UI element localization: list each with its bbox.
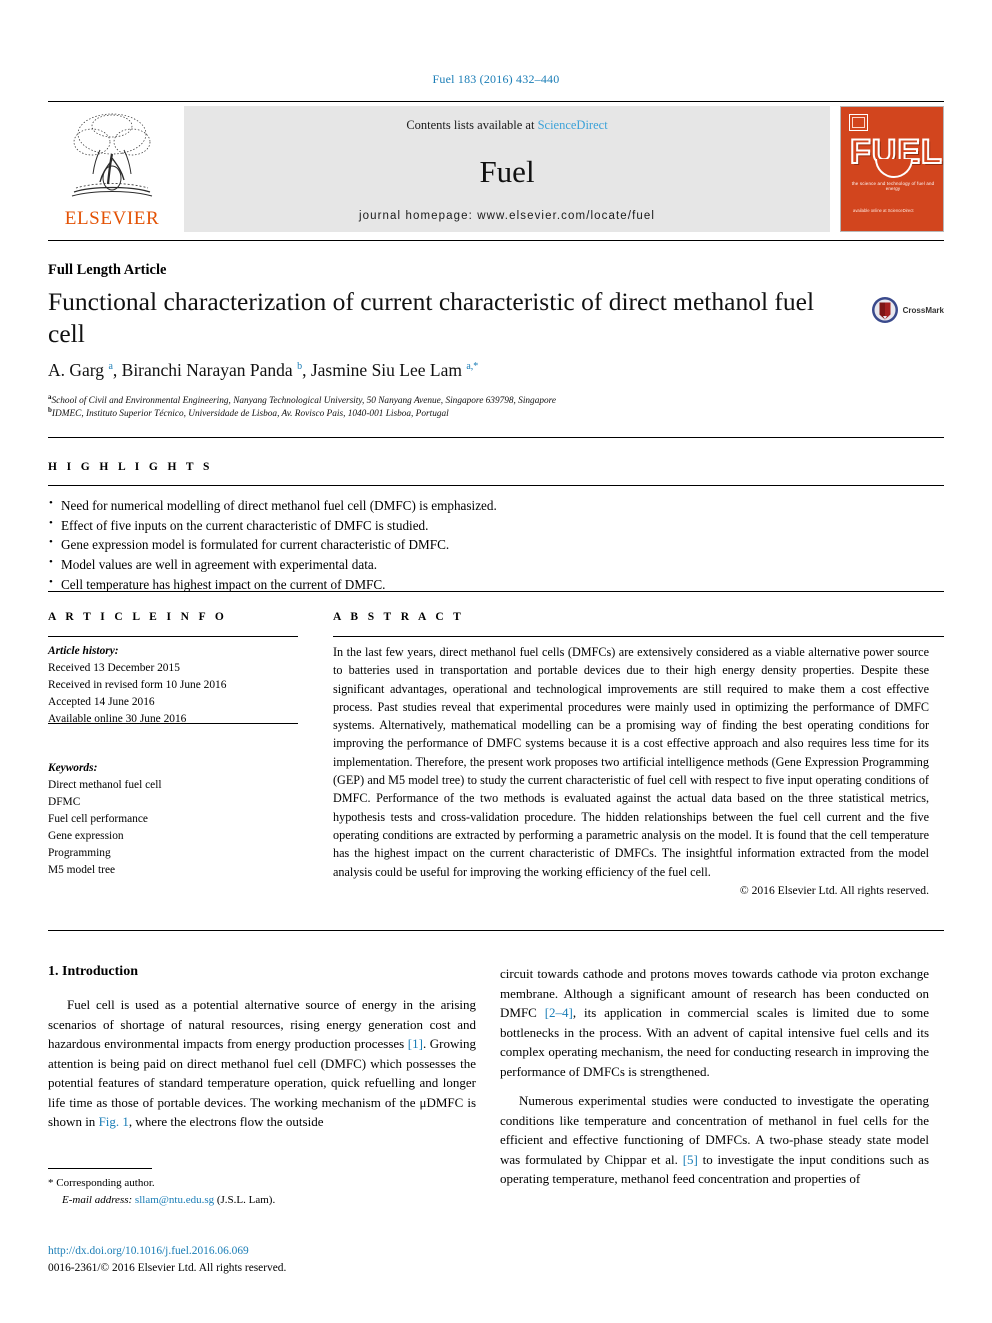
paragraph-text: , where the electrons flow the outside [128,1114,324,1129]
abstract-rule [333,636,944,637]
crossmark-label: CrossMark [902,305,944,315]
citation-link[interactable]: [5] [683,1152,698,1167]
issn-copyright-line: 0016-2361/© 2016 Elsevier Ltd. All right… [48,1261,287,1274]
list-item: Need for numerical modelling of direct m… [48,495,748,516]
history-item: Accepted 14 June 2016 [48,696,155,709]
article-info-rule [48,636,298,637]
contents-available-line: Contents lists available at ScienceDirec… [406,118,607,133]
highlights-list: Need for numerical modelling of direct m… [48,495,748,594]
abstract-text: In the last few years, direct methanol f… [333,645,929,879]
journal-title: Fuel [479,154,535,189]
article-info-column: Article history: Received 13 December 20… [48,643,298,879]
article-type-label: Full Length Article [48,262,167,278]
elsevier-wordmark: ELSEVIER [64,208,160,229]
list-item: Effect of five inputs on the current cha… [48,515,748,536]
author-list: A. Garg a, Biranchi Narayan Panda b, Jas… [48,360,479,380]
affiliation-b: bIDMEC, Instituto Superior Técnico, Univ… [48,406,449,419]
email-label: E-mail address: [62,1194,133,1207]
paragraph: Fuel cell is used as a potential alterna… [48,995,476,1132]
doi-block: http://dx.doi.org/10.1016/j.fuel.2016.06… [48,1243,286,1276]
sciencedirect-link[interactable]: ScienceDirect [538,118,608,132]
body-column-left: Fuel cell is used as a potential alterna… [48,995,476,1142]
footnote-block: * Corresponding author. E-mail address: … [48,1175,468,1209]
keyword-item: M5 model tree [48,864,116,877]
journal-masthead: ELSEVIER Contents lists available at Sci… [48,106,944,232]
cover-subtitle: the science and technology of fuel and e… [851,181,935,191]
highlights-rule [48,485,944,486]
masthead-bottom-rule [48,240,944,241]
highlights-heading: H I G H L I G H T S [48,461,213,473]
list-item: Gene expression model is formulated for … [48,534,748,555]
article-info-heading: A R T I C L E I N F O [48,611,228,623]
keyword-item: Direct methanol fuel cell [48,778,162,791]
info-top-rule [48,591,944,592]
affiliation-a-text: School of Civil and Environmental Engine… [51,396,557,407]
article-history-heading: Article history: [48,645,119,657]
citation-link[interactable]: [2–4] [545,1005,573,1020]
figure-link[interactable]: Fig. 1 [99,1114,129,1129]
paragraph: Numerous experimental studies were condu… [500,1091,929,1189]
list-item: Model values are well in agreement with … [48,554,748,575]
body-column-right: circuit towards cathode and protons move… [500,964,929,1199]
affiliation-b-text: IDMEC, Instituto Superior Técnico, Unive… [51,409,449,420]
crossmark-icon [871,297,898,323]
body-top-rule [48,930,944,931]
journal-cover-image: FUEL the science and technology of fuel … [840,106,944,232]
history-item: Received 13 December 2015 [48,662,180,675]
journal-homepage-link[interactable]: journal homepage: www.elsevier.com/locat… [359,210,655,222]
citation-link[interactable]: [1] [408,1036,423,1051]
page-title: Functional characterization of current c… [48,287,815,349]
paragraph: circuit towards cathode and protons move… [500,964,929,1081]
keyword-item: Programming [48,847,111,860]
running-head: Fuel 183 (2016) 432–440 [432,72,560,86]
masthead-top-rule [48,101,944,102]
doi-link[interactable]: http://dx.doi.org/10.1016/j.fuel.2016.06… [48,1243,286,1260]
abstract-heading: A B S T R A C T [333,611,465,623]
footnote-rule [48,1168,152,1169]
affiliation-a: aSchool of Civil and Environmental Engin… [48,393,556,406]
elsevier-logo: ELSEVIER [48,106,176,232]
keywords-heading: Keywords: [48,761,98,774]
keyword-item: DFMC [48,795,81,808]
elsevier-tree-icon [71,113,153,197]
keyword-item: Fuel cell performance [48,812,148,825]
cover-elsevier-badge-icon [849,114,868,131]
cover-footer-text: available online at ScienceDirect [853,208,914,214]
history-item: Received in revised form 10 June 2016 [48,679,227,692]
contents-banner: Contents lists available at ScienceDirec… [184,106,830,232]
cover-arc-decoration [875,159,913,178]
contents-prefix: Contents lists available at [406,118,538,132]
corresponding-text: Corresponding author. [56,1177,155,1189]
copyright-line: © 2016 Elsevier Ltd. All rights reserved… [739,884,929,897]
highlights-top-rule [48,437,944,438]
email-link[interactable]: sllam@ntu.edu.sg [135,1194,214,1206]
email-owner: (J.S.L. Lam). [216,1194,276,1207]
section-heading-introduction: 1. Introduction [48,964,138,979]
keyword-item: Gene expression [48,829,124,842]
crossmark-badge[interactable]: CrossMark [871,296,944,324]
paper-page: Fuel 183 (2016) 432–440 ELSEVIER Content… [0,0,992,1323]
email-note: E-mail address: sllam@ntu.edu.sg (J.S.L.… [48,1192,468,1209]
history-item: Available online 30 June 2016 [48,713,187,726]
corresponding-marker: * [48,1177,54,1189]
corresponding-author-note: * Corresponding author. [48,1175,468,1192]
